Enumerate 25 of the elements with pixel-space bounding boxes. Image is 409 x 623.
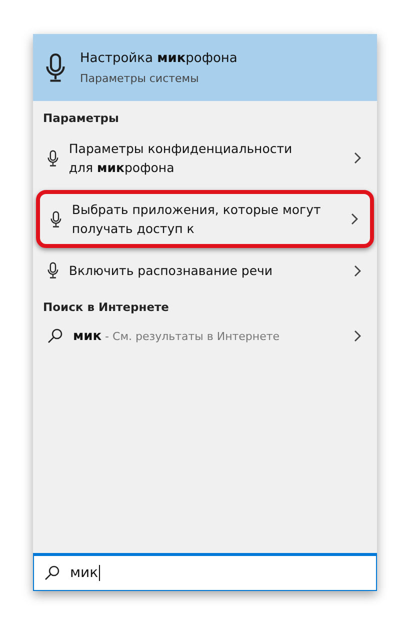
- microphone-icon: [50, 210, 62, 228]
- chevron-right-icon: [354, 330, 361, 342]
- result-text: Параметры конфиденциальности для микрофона: [68, 140, 294, 177]
- chevron-right-icon: [354, 264, 361, 276]
- best-match-subtitle: Параметры системы: [80, 72, 200, 84]
- microphone-icon: [45, 52, 66, 82]
- result-item[interactable]: мик - См. результаты в Интернете: [33, 318, 377, 354]
- result-item[interactable]: Включить распознавание речи: [33, 251, 377, 290]
- best-match-item[interactable]: Настройка микрофона Параметры системы: [33, 34, 377, 101]
- search-icon: [44, 565, 60, 581]
- result-text: мик - См. результаты в Интернете: [73, 328, 281, 344]
- highlighted-result-item[interactable]: Выбрать приложения, которые могут получать доступ к: [36, 190, 374, 248]
- section-header: Поиск в Интернете: [42, 299, 170, 316]
- chevron-right-icon: [354, 152, 361, 164]
- best-match-title: Настройка микрофона: [80, 50, 238, 66]
- result-text: Включить распознавание речи: [68, 262, 274, 280]
- search-icon: [47, 328, 63, 344]
- result-text: Выбрать приложения, которые могут получать доступ к: [72, 201, 322, 238]
- section-header: Параметры: [42, 110, 120, 127]
- search-field[interactable]: мик: [33, 553, 377, 591]
- search-text: мик: [70, 565, 100, 581]
- microphone-icon: [47, 262, 59, 279]
- chevron-right-icon: [351, 213, 358, 225]
- microphone-icon: [47, 150, 59, 166]
- result-item[interactable]: Параметры конфиденциальности для микрофона: [33, 129, 377, 187]
